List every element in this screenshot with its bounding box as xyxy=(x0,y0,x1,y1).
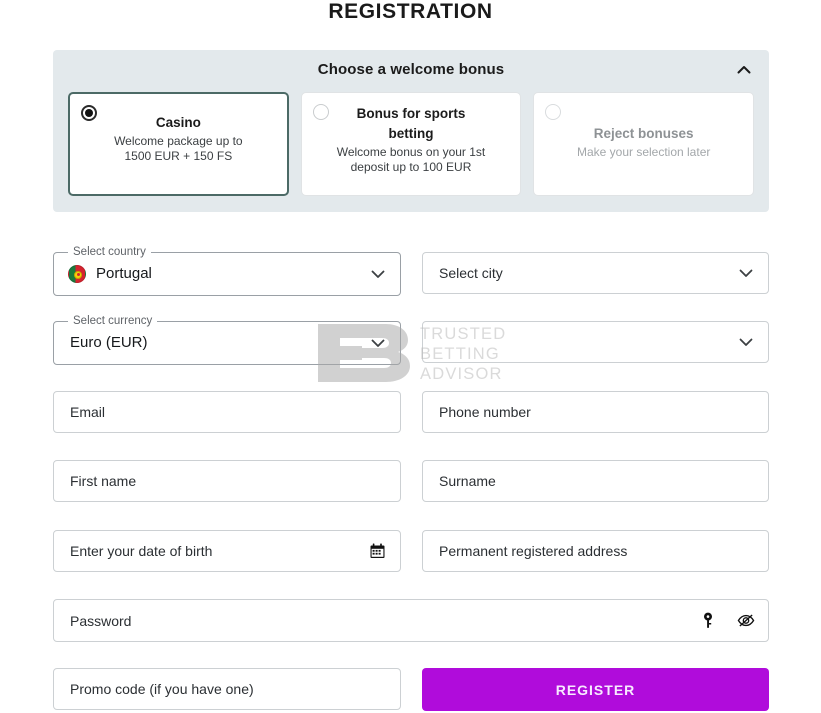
date-of-birth-field[interactable]: Enter your date of birth xyxy=(53,530,401,572)
currency-value: Euro (EUR) xyxy=(70,334,148,351)
chevron-down-icon[interactable] xyxy=(738,265,754,281)
portugal-flag-icon xyxy=(68,265,86,283)
address-field[interactable]: Permanent registered address xyxy=(422,530,769,572)
country-label: Select country xyxy=(68,245,151,259)
address-placeholder: Permanent registered address xyxy=(439,543,628,559)
phone-field[interactable]: Phone number xyxy=(422,391,769,433)
country-select[interactable]: Select country Portugal xyxy=(53,245,401,296)
password-placeholder: Password xyxy=(70,612,132,629)
promo-code-field[interactable]: Promo code (if you have one) xyxy=(53,668,401,710)
first-name-field[interactable]: First name xyxy=(53,460,401,502)
first-name-placeholder: First name xyxy=(70,473,137,489)
surname-placeholder: Surname xyxy=(439,473,496,489)
email-placeholder: Email xyxy=(70,404,106,420)
registration-form: Select country Portugal Select city Sele… xyxy=(0,0,821,713)
date-of-birth-placeholder: Enter your date of birth xyxy=(70,543,213,559)
chevron-down-icon[interactable] xyxy=(370,266,386,282)
currency-label: Select currency xyxy=(68,314,158,328)
promo-code-placeholder: Promo code (if you have one) xyxy=(70,681,254,697)
currency-select[interactable]: Select currency Euro (EUR) xyxy=(53,314,401,365)
register-button[interactable]: REGISTER xyxy=(422,668,769,711)
password-field[interactable]: Password xyxy=(53,599,769,642)
calendar-icon[interactable] xyxy=(370,543,385,559)
email-field[interactable]: Email xyxy=(53,391,401,433)
eye-off-icon[interactable] xyxy=(737,612,755,630)
phone-placeholder: Phone number xyxy=(439,404,531,420)
city-placeholder: Select city xyxy=(439,265,503,281)
country-value: Portugal xyxy=(96,265,152,282)
chevron-down-icon[interactable] xyxy=(738,334,754,350)
surname-field[interactable]: Surname xyxy=(422,460,769,502)
extra-select[interactable] xyxy=(422,321,769,363)
key-icon[interactable] xyxy=(699,612,717,630)
password-field-icons xyxy=(699,612,755,630)
registration-page: REGISTRATION Choose a welcome bonus Casi… xyxy=(0,0,821,713)
city-select[interactable]: Select city xyxy=(422,252,769,294)
chevron-down-icon[interactable] xyxy=(370,335,386,351)
